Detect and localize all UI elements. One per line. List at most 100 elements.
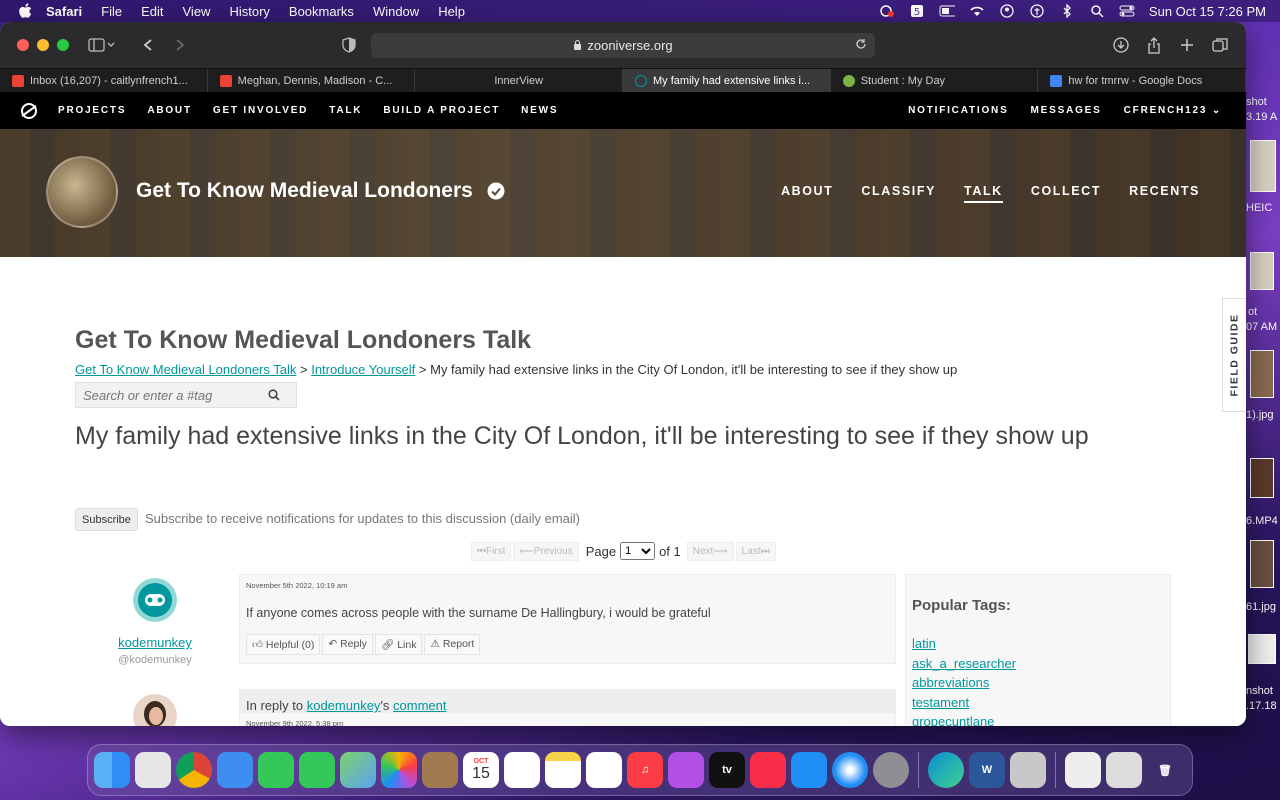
browser-tab-active[interactable]: My family had extensive links i... [623,69,831,92]
report-button[interactable]: ⚠ Report [424,634,481,655]
contacts-icon[interactable] [422,752,458,788]
address-bar[interactable]: zooniverse.org [371,33,875,58]
menu-help[interactable]: Help [438,4,465,19]
share-icon[interactable] [1147,35,1161,55]
mail-icon[interactable] [217,752,253,788]
previous-page-button[interactable]: ⟵Previous [513,541,579,561]
freeform-icon[interactable] [586,752,622,788]
desktop-file-thumbnail[interactable] [1250,140,1276,192]
project-nav-classify[interactable]: CLASSIFY [861,184,936,203]
tag-link[interactable]: testament [912,693,1164,713]
privacy-shield-icon[interactable] [342,35,356,55]
menu-bookmarks[interactable]: Bookmarks [289,4,354,19]
back-icon[interactable] [142,35,154,55]
menu-view[interactable]: View [183,4,211,19]
menu-edit[interactable]: Edit [141,4,163,19]
menu-file[interactable]: File [101,4,122,19]
wifi-icon[interactable] [969,4,985,18]
desktop-file-thumbnail[interactable] [1250,252,1274,290]
edge-icon[interactable] [928,752,964,788]
new-tab-icon[interactable] [1180,35,1194,55]
tag-link[interactable]: ask_a_researcher [912,654,1164,674]
reminders-icon[interactable] [504,752,540,788]
podcasts-icon[interactable] [668,752,704,788]
menu-window[interactable]: Window [373,4,419,19]
tag-link[interactable]: latin [912,634,1164,654]
nav-about[interactable]: ABOUT [147,105,192,116]
news-icon[interactable] [750,752,786,788]
spotlight-search-icon[interactable] [1089,4,1105,18]
nav-build-a-project[interactable]: BUILD A PROJECT [383,105,500,116]
breadcrumb-talk-link[interactable]: Get To Know Medieval Londoners Talk [75,362,296,377]
maps-icon[interactable] [340,752,376,788]
nav-user-menu[interactable]: CFRENCH123 ⌄ [1124,105,1222,116]
browser-tab[interactable]: Inbox (16,207) - caitlynfrench1... [0,69,208,92]
system-settings-icon[interactable] [873,752,909,788]
project-nav-about[interactable]: ABOUT [781,184,833,203]
sidebar-toggle-icon[interactable] [88,35,116,55]
music-icon[interactable]: ♫ [627,752,663,788]
project-nav-collect[interactable]: COLLECT [1031,184,1101,203]
talk-search-input[interactable] [76,387,252,403]
nav-messages[interactable]: MESSAGES [1031,105,1102,116]
project-avatar[interactable] [46,156,118,228]
nav-news[interactable]: NEWS [521,105,558,116]
tag-link[interactable]: abbreviations [912,673,1164,693]
screenshots-stack-icon[interactable] [1106,752,1142,788]
link-button[interactable]: 🔗︎ Link [374,634,423,655]
last-page-button[interactable]: Last⏭ [735,541,776,561]
browser-tab[interactable]: InnerView [415,69,624,92]
nav-notifications[interactable]: NOTIFICATIONS [908,105,1008,116]
battery-icon[interactable] [939,4,955,18]
next-page-button[interactable]: Next⟶ [686,541,734,561]
photos-icon[interactable] [381,752,417,788]
zoom-window-button[interactable] [57,39,69,51]
desktop-file-thumbnail[interactable] [1250,458,1274,498]
bluetooth-icon[interactable] [1059,4,1075,18]
tab-overview-icon[interactable] [1212,35,1228,55]
desktop-file-thumbnail[interactable] [1248,634,1276,664]
notes-icon[interactable] [545,752,581,788]
finder-icon[interactable] [94,752,130,788]
control-center-icon[interactable] [1119,4,1135,18]
reply-user-link[interactable]: kodemunkey [307,698,381,713]
close-window-button[interactable] [17,39,29,51]
html5-icon[interactable]: 5 [909,4,925,18]
menu-history[interactable]: History [229,4,269,19]
messages-icon[interactable] [299,752,335,788]
browser-tab[interactable]: Student : My Day [831,69,1039,92]
apple-icon[interactable] [18,3,32,19]
desktop-file-thumbnail[interactable] [1250,540,1274,588]
facetime-icon[interactable] [258,752,294,788]
launchpad-icon[interactable] [135,752,171,788]
project-nav-talk[interactable]: TALK [964,184,1003,203]
menubar-clock[interactable]: Sun Oct 15 7:26 PM [1149,4,1266,19]
chrome-icon[interactable] [176,752,212,788]
accessibility-icon[interactable] [1029,4,1045,18]
forward-icon[interactable] [174,35,186,55]
field-guide-tab[interactable]: FIELD GUIDE [1222,298,1246,412]
tag-link[interactable]: gropecuntlane [912,712,1164,726]
avatar[interactable] [133,578,177,622]
comment-username[interactable]: kodemunkey [105,635,205,650]
desktop-file-label[interactable]: shot [1246,96,1267,108]
nav-projects[interactable]: PROJECTS [58,105,126,116]
calendar-icon[interactable]: OCT 15 [463,752,499,788]
breadcrumb-board-link[interactable]: Introduce Yourself [311,362,415,377]
browser-tab[interactable]: Meghan, Dennis, Madison - C... [208,69,416,92]
menu-app-name[interactable]: Safari [46,4,82,19]
subscribe-button[interactable]: Subscribe [75,508,138,531]
helpful-button[interactable]: 👍︎ Helpful (0) [246,634,321,655]
safari-icon[interactable] [832,752,868,788]
avatar[interactable] [133,694,177,726]
nav-get-involved[interactable]: GET INVOLVED [213,105,308,116]
screen-record-icon[interactable] [879,4,895,18]
search-icon[interactable] [252,383,296,407]
browser-tab[interactable]: hw for tmrrw - Google Docs [1038,69,1246,92]
nav-talk[interactable]: TALK [329,105,362,116]
desktop-file-thumbnail[interactable] [1250,350,1274,398]
project-nav-recents[interactable]: RECENTS [1129,184,1200,203]
reply-button[interactable]: ↶ Reply [322,634,373,655]
reload-icon[interactable] [855,38,867,53]
document-stack-icon[interactable] [1065,752,1101,788]
